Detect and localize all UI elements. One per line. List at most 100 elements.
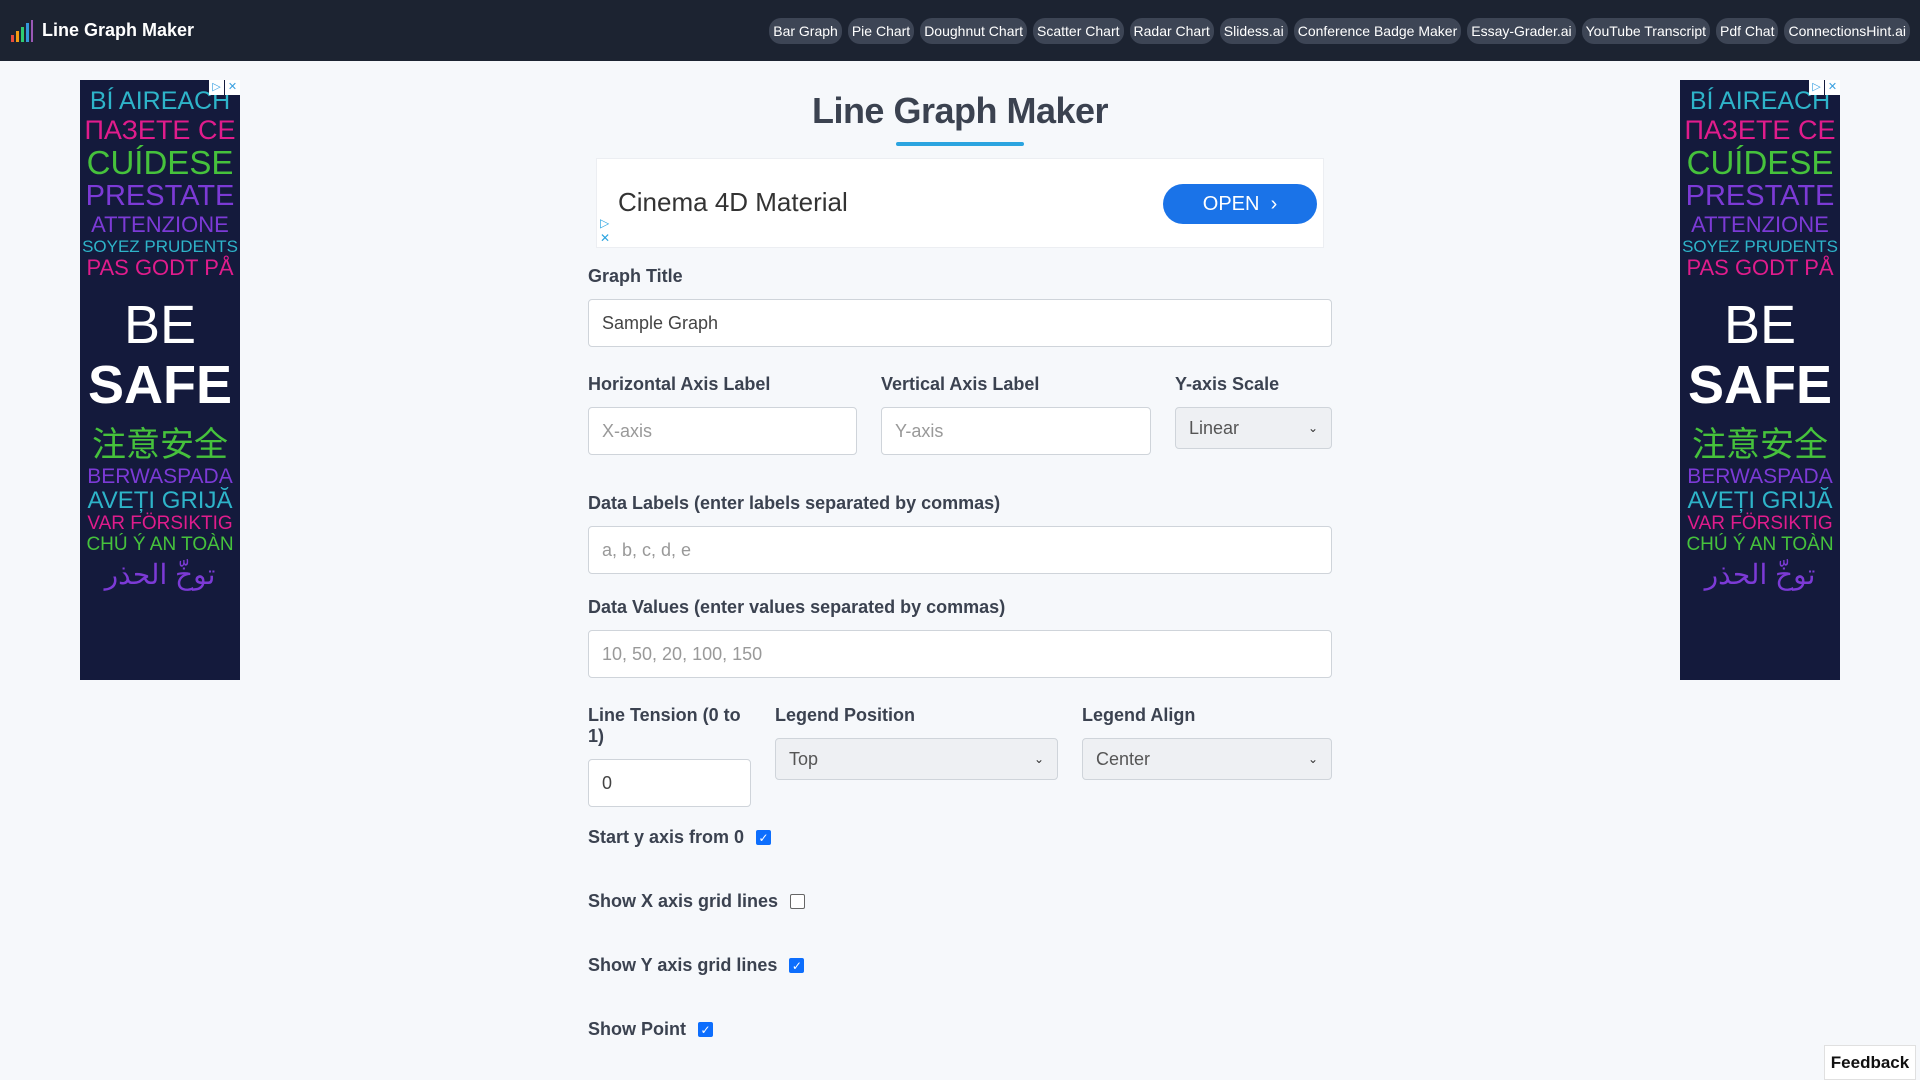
bar-chart-logo-icon xyxy=(11,19,33,42)
y-axis-scale-label: Y-axis Scale xyxy=(1175,374,1280,394)
banner-open-label: OPEN xyxy=(1202,193,1260,215)
ad-line: CHÚ Ý AN TOÀN xyxy=(86,533,234,555)
nav-link-bar-graph[interactable]: Bar Graph xyxy=(769,18,842,44)
title-underline xyxy=(896,142,1024,146)
ad-lines: BÍ AIREACH ПАЗЕТЕ СЕ CUÍDESE PRESTATE ATTENZ… xyxy=(1680,80,1840,591)
x-axis-label-input[interactable] xyxy=(588,407,857,455)
nav-link-youtube-transcript[interactable]: YouTube Transcript xyxy=(1581,18,1710,44)
ad-choices-icon[interactable]: ▷ ✕ xyxy=(600,216,610,246)
data-values-label: Data Values (enter values separated by c… xyxy=(588,597,1006,617)
data-labels-group: Data Labels (enter labels separated by c… xyxy=(588,493,1332,574)
brand-link[interactable]: Line Graph Maker xyxy=(10,19,194,43)
nav-links: Bar Graph Pie Chart Doughnut Chart Scatt… xyxy=(769,18,1910,44)
ad-choices-icon[interactable]: ▷ xyxy=(1809,80,1824,95)
ad-choices-icon[interactable]: ▷ xyxy=(209,80,224,95)
nav-link-pdf-chat[interactable]: Pdf Chat xyxy=(1716,18,1779,44)
checkbox-label: Show Y axis grid lines xyxy=(588,955,778,975)
ad-line: SAFE xyxy=(87,354,233,415)
ad-line: CUÍDESE xyxy=(86,144,234,182)
y-axis-scale-select[interactable]: Linear ⌄ xyxy=(1175,407,1332,449)
ad-line: AVEȚI GRIJĂ xyxy=(87,486,233,514)
ad-line: ATTENZIONE xyxy=(1691,212,1829,238)
line-tension-group: Line Tension (0 to 1) xyxy=(588,705,751,807)
page-title: Line Graph Maker xyxy=(811,90,1109,131)
nav-link-pie-chart[interactable]: Pie Chart xyxy=(847,18,915,44)
start-y-axis-zero-checkbox[interactable]: ✓ xyxy=(756,830,772,845)
chevron-right-icon: › xyxy=(1265,193,1278,215)
data-labels-label: Data Labels (enter labels separated by c… xyxy=(588,493,1001,513)
top-navbar: Line Graph Maker Bar Graph Pie Chart Dou… xyxy=(0,0,1920,61)
ad-choices-controls[interactable]: ▷ ✕ xyxy=(209,80,240,95)
ad-line: PRESTATE xyxy=(1685,180,1835,213)
data-labels-input[interactable] xyxy=(588,526,1332,574)
nav-link-conference-badge-maker[interactable]: Conference Badge Maker xyxy=(1293,18,1462,44)
data-values-group: Data Values (enter values separated by c… xyxy=(588,597,1332,678)
ad-line: توخّ الحذر xyxy=(104,558,216,590)
feedback-button[interactable]: Feedback xyxy=(1824,1045,1916,1080)
chevron-down-icon: ⌄ xyxy=(1307,421,1318,435)
ad-lines: BÍ AIREACH ПАЗЕТЕ СЕ CUÍDESE PRESTATE ATTENZ… xyxy=(80,80,240,591)
x-axis-label-label: Horizontal Axis Label xyxy=(588,374,771,394)
legend-position-select[interactable]: Top ⌄ xyxy=(775,738,1058,780)
ad-line: ATTENZIONE xyxy=(91,212,229,238)
nav-link-scatter-chart[interactable]: Scatter Chart xyxy=(1033,18,1124,44)
y-axis-scale-value: Linear xyxy=(1189,417,1240,438)
show-point-checkbox[interactable]: ✓ xyxy=(698,1022,713,1037)
chevron-down-icon: ⌄ xyxy=(1033,752,1044,766)
line-tension-label: Line Tension (0 to 1) xyxy=(588,705,741,746)
ad-line: CUÍDESE xyxy=(1686,144,1834,182)
ad-line: BE xyxy=(1723,295,1797,356)
ad-line: ПАЗЕТЕ СЕ xyxy=(84,114,236,145)
ad-line: SOYEZ PRUDENTS xyxy=(82,236,238,256)
checkbox-row-show-point: Show Point ✓ xyxy=(588,1019,713,1040)
chevron-down-icon: ⌄ xyxy=(1307,752,1318,766)
ad-line: AVEȚI GRIJĂ xyxy=(1687,486,1833,514)
graph-title-label: Graph Title xyxy=(588,266,683,286)
checkbox-label: Start y axis from 0 xyxy=(588,827,745,847)
nav-link-doughnut-chart[interactable]: Doughnut Chart xyxy=(920,18,1028,44)
brand-title: Line Graph Maker xyxy=(42,20,195,40)
legend-align-group: Legend Align Center ⌄ xyxy=(1082,705,1332,780)
line-tension-input[interactable] xyxy=(588,759,751,807)
graph-title-input[interactable] xyxy=(588,299,1332,347)
ad-line: SOYEZ PRUDENTS xyxy=(1682,236,1838,256)
ad-line: ПАЗЕТЕ СЕ xyxy=(1684,114,1836,145)
ad-line: PAS GODT PÅ xyxy=(86,255,234,281)
legend-position-label: Legend Position xyxy=(775,705,916,725)
banner-ad-text[interactable]: Cinema 4D Material xyxy=(618,187,848,218)
ad-close-icon[interactable]: ✕ xyxy=(225,80,240,95)
ad-line: PRESTATE xyxy=(85,180,235,213)
graph-title-group: Graph Title xyxy=(588,266,1332,347)
ad-line: توخّ الحذر xyxy=(1704,558,1816,590)
ad-line: BE xyxy=(123,295,197,356)
legend-position-group: Legend Position Top ⌄ xyxy=(775,705,1058,780)
x-axis-label-group: Horizontal Axis Label xyxy=(588,374,857,455)
ad-line: BERWASPADA xyxy=(87,464,233,488)
legend-position-value: Top xyxy=(789,748,819,769)
nav-link-radar-chart[interactable]: Radar Chart xyxy=(1129,18,1214,44)
ad-line: 注意安全 xyxy=(92,426,228,465)
left-side-ad[interactable]: ▷ ✕ BÍ AIREACH ПАЗЕТЕ СЕ CUÍDESE PRESTATE AT… xyxy=(80,80,240,680)
ad-close-icon[interactable]: ✕ xyxy=(1825,80,1840,95)
data-values-input[interactable] xyxy=(588,630,1332,678)
banner-open-button[interactable]: OPEN › xyxy=(1163,184,1317,224)
show-x-grid-checkbox[interactable] xyxy=(790,894,806,909)
legend-align-value: Center xyxy=(1096,748,1151,769)
ad-line: CHÚ Ý AN TOÀN xyxy=(1686,533,1834,555)
checkbox-label: Show X axis grid lines xyxy=(588,891,779,911)
checkbox-row-start-y-zero: Start y axis from 0 ✓ xyxy=(588,827,772,848)
right-side-ad[interactable]: ▷ ✕ BÍ AIREACH ПАЗЕТЕ СЕ CUÍDESE PRESTATE AT… xyxy=(1680,80,1840,680)
nav-link-essay-grader[interactable]: Essay-Grader.ai xyxy=(1467,18,1576,44)
main-form: Line Graph Maker Cinema 4D Material OPEN… xyxy=(588,80,1332,1039)
ad-line: BERWASPADA xyxy=(1687,464,1833,488)
y-axis-label-input[interactable] xyxy=(881,407,1151,455)
nav-link-slidess[interactable]: Slidess.ai xyxy=(1219,18,1288,44)
nav-link-connectionshint[interactable]: ConnectionsHint.ai xyxy=(1784,18,1910,44)
legend-align-select[interactable]: Center ⌄ xyxy=(1082,738,1332,780)
checkbox-row-x-grid: Show X axis grid lines xyxy=(588,891,806,912)
show-y-grid-checkbox[interactable]: ✓ xyxy=(789,958,805,973)
ad-choices-controls[interactable]: ▷ ✕ xyxy=(1809,80,1840,95)
banner-ad[interactable]: Cinema 4D Material OPEN › ▷ ✕ xyxy=(596,158,1324,248)
y-axis-label-group: Vertical Axis Label xyxy=(881,374,1151,455)
legend-align-label: Legend Align xyxy=(1082,705,1196,725)
